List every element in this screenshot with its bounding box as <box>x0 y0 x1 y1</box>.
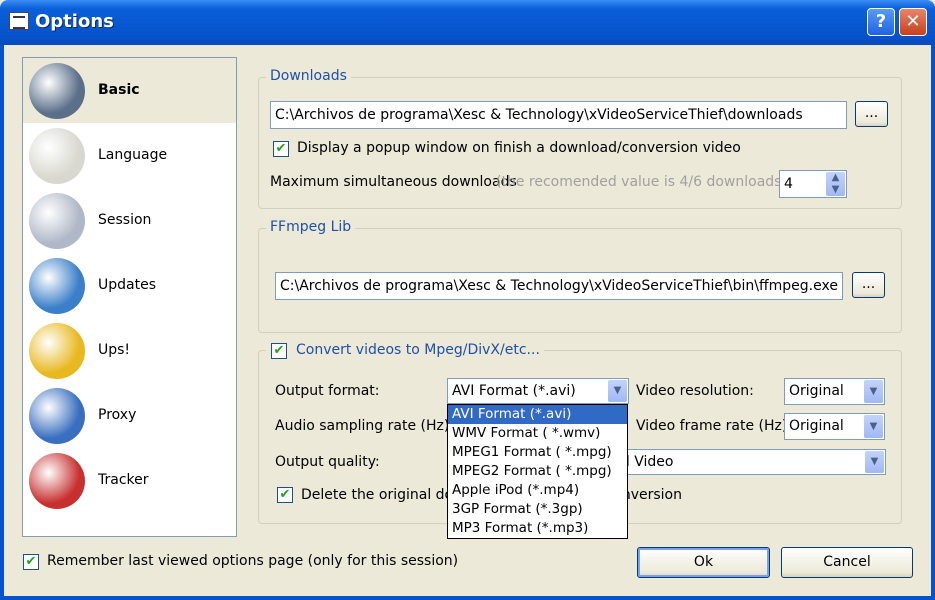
format-option[interactable]: MPEG1 Format ( *.mpg) <box>448 443 627 462</box>
ladybug-icon <box>29 453 85 509</box>
frame-rate-select[interactable]: Original ▼ <box>784 413 885 440</box>
downloads-browse-button[interactable]: ... <box>855 101 888 127</box>
format-option[interactable]: MP3 Format (*.mp3) <box>448 519 627 538</box>
help-button[interactable]: ? <box>867 8 895 36</box>
max-downloads-hint: (the recomended value is 4/6 downloads) <box>496 174 787 190</box>
sidebar-item-basic[interactable]: Basic <box>23 58 236 123</box>
convert-group-title: Convert videos to Mpeg/DivX/etc... <box>266 342 544 358</box>
convert-checkbox[interactable]: ✔ <box>271 343 287 359</box>
spinner-arrows-icon[interactable]: ▲ ▼ <box>826 172 845 196</box>
sidebar-item-label: Tracker <box>98 472 149 488</box>
hammer-icon <box>29 63 85 119</box>
output-format-label: Output format: <box>275 383 380 399</box>
sidebar-item-language[interactable]: Language <box>23 123 236 188</box>
output-format-dropdown-list[interactable]: AVI Format (*.avi) WMV Format ( *.wmv) MPE… <box>447 404 628 539</box>
sidebar-item-updates[interactable]: Updates <box>23 253 236 318</box>
format-option[interactable]: WMV Format ( *.wmv) <box>448 424 627 443</box>
popup-label: Display a popup window on finish a downl… <box>297 140 741 156</box>
format-option[interactable]: Apple iPod (*.mp4) <box>448 481 627 500</box>
chevron-down-icon[interactable]: ▼ <box>864 415 883 438</box>
video-resolution-select[interactable]: Original ▼ <box>784 378 885 405</box>
sidebar-item-label: Session <box>98 212 152 228</box>
globe-update-icon <box>29 258 85 314</box>
globe-network-icon <box>29 388 85 444</box>
output-format-value: AVI Format (*.avi) <box>452 383 576 399</box>
sidebar-item-label: Ups! <box>98 342 131 358</box>
cancel-button[interactable]: Cancel <box>781 547 913 578</box>
chevron-down-icon[interactable]: ▼ <box>864 380 883 403</box>
pen-paper-icon <box>29 193 85 249</box>
close-button[interactable]: ✕ <box>899 8 927 36</box>
shield-icon <box>29 323 85 379</box>
remember-page-checkbox[interactable]: ✔ <box>23 554 39 570</box>
sidebar-item-label: Basic <box>98 82 140 98</box>
video-resolution-label: Video resolution: <box>636 383 754 399</box>
delete-original-checkbox[interactable]: ✔ <box>277 487 293 503</box>
quality-label: Output quality: <box>275 454 380 470</box>
popup-checkbox[interactable]: ✔ <box>273 141 289 157</box>
video-resolution-value: Original <box>789 383 844 399</box>
sidebar-item-label: Proxy <box>98 407 137 423</box>
chevron-down-icon[interactable]: ▼ <box>608 380 627 402</box>
sidebar-item-tracker[interactable]: Tracker <box>23 448 236 513</box>
options-page-list[interactable]: Basic Language Session Updates Ups! Proxy Trac… <box>22 57 237 537</box>
sidebar-item-session[interactable]: Session <box>23 188 236 253</box>
remember-page-label: Remember last viewed options page (only … <box>47 553 459 569</box>
ffmpeg-group-title: FFmpeg Lib <box>266 219 356 235</box>
ffmpeg-path-input[interactable]: C:\Archivos de programa\Xesc & Technolog… <box>275 272 843 300</box>
sidebar-item-label: Language <box>98 147 168 163</box>
options-window-icon <box>9 12 29 30</box>
downloads-group-title: Downloads <box>266 68 351 84</box>
audio-rate-label: Audio sampling rate (Hz): <box>275 418 455 434</box>
scroll-icon <box>29 128 85 184</box>
ok-button[interactable]: Ok <box>637 547 770 578</box>
max-downloads-label: Maximum simultaneous downloads <box>270 174 517 190</box>
chevron-down-icon[interactable]: ▼ <box>865 451 884 473</box>
sidebar-item-proxy[interactable]: Proxy <box>23 383 236 448</box>
format-option[interactable]: MPEG2 Format ( *.mpg) <box>448 462 627 481</box>
max-downloads-value: 4 <box>784 176 793 192</box>
title-bar: Options ? ✕ <box>0 0 935 45</box>
frame-rate-value: Original <box>789 418 844 434</box>
frame-rate-label: Video frame rate (Hz) <box>636 418 788 434</box>
max-downloads-spinner[interactable]: 4 ▲ ▼ <box>779 170 847 198</box>
downloads-path-input[interactable]: C:\Archivos de programa\Xesc & Technolog… <box>270 101 847 129</box>
ffmpeg-browse-button[interactable]: ... <box>852 272 885 298</box>
output-format-select[interactable]: AVI Format (*.avi) ▼ <box>447 378 629 404</box>
format-option[interactable]: 3GP Format (*.3gp) <box>448 500 627 519</box>
sidebar-item-label: Updates <box>98 277 156 293</box>
sidebar-item-ups[interactable]: Ups! <box>23 318 236 383</box>
window-title: Options <box>35 11 114 32</box>
format-option[interactable]: AVI Format (*.avi) <box>448 405 627 424</box>
